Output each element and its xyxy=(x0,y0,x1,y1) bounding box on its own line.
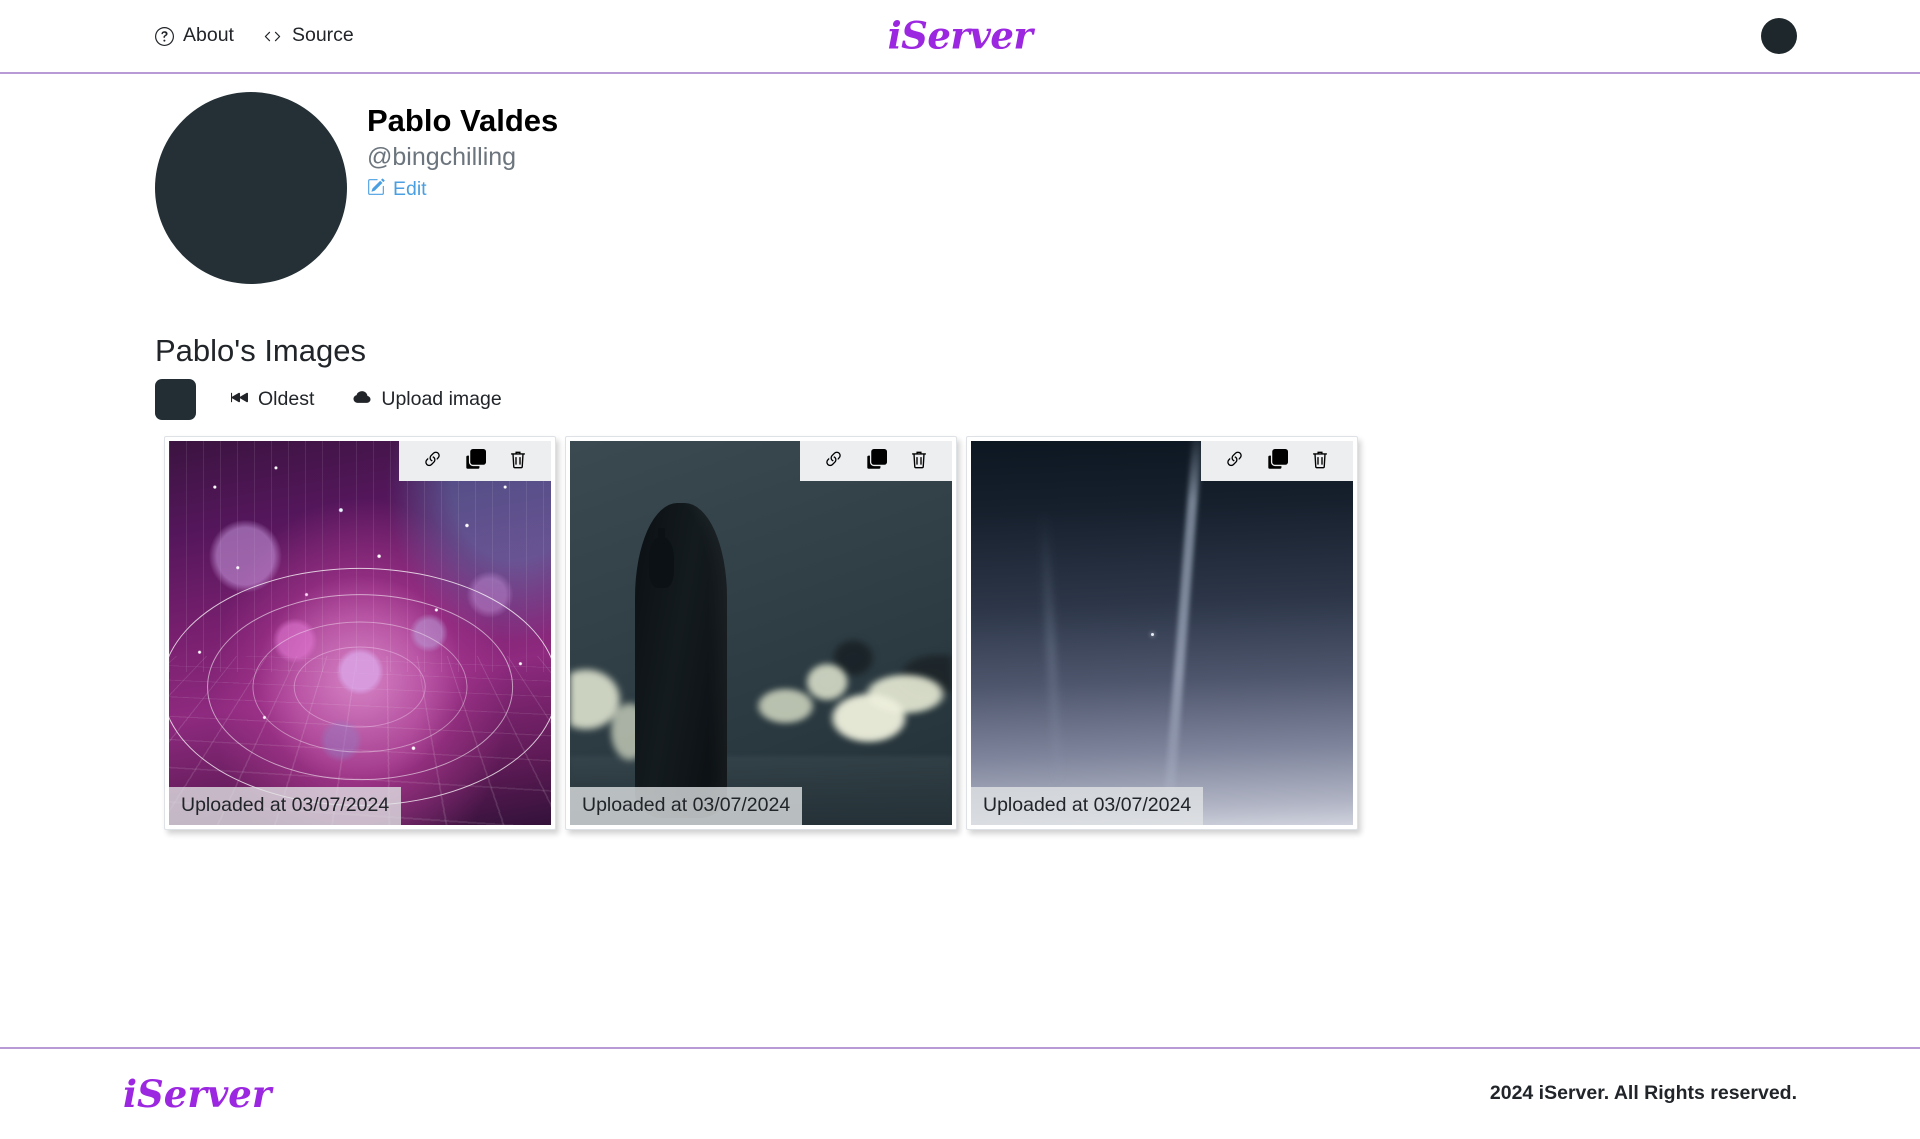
duplicate-image-button[interactable] xyxy=(454,449,497,473)
question-circle-icon xyxy=(155,26,174,46)
image-card-media: Uploaded at 03/07/2024 xyxy=(971,441,1353,826)
sort-oldest-button[interactable]: Oldest xyxy=(230,389,314,411)
sort-oldest-label: Oldest xyxy=(258,387,315,410)
nav-link-source-label: Source xyxy=(291,24,354,47)
image-card-actions xyxy=(399,441,551,482)
link-icon xyxy=(823,449,844,473)
navbar-links: About Source xyxy=(155,26,354,46)
nav-link-about[interactable]: About xyxy=(155,26,234,46)
image-card-media: Uploaded at 03/07/2024 xyxy=(169,441,551,826)
main-content: Pablo Valdes @bingchilling Edit Pablo's … xyxy=(0,74,1920,1047)
profile-handle: @bingchilling xyxy=(367,142,517,171)
delete-image-button[interactable] xyxy=(898,449,940,473)
top-navbar: About Source iServer xyxy=(0,0,1920,74)
duplicate-image-button[interactable] xyxy=(1256,449,1299,473)
copy-link-button[interactable] xyxy=(1213,449,1256,473)
copy-link-button[interactable] xyxy=(411,449,454,473)
duplicate-image-button[interactable] xyxy=(855,449,898,473)
trash-icon xyxy=(508,449,528,473)
copy-icon xyxy=(866,449,887,473)
nav-link-about-label: About xyxy=(183,24,234,47)
image-card[interactable]: Uploaded at 03/07/2024 xyxy=(164,436,556,831)
upload-image-label: Upload image xyxy=(381,387,502,410)
image-card[interactable]: Uploaded at 03/07/2024 xyxy=(565,436,957,831)
image-card-caption: Uploaded at 03/07/2024 xyxy=(570,786,803,826)
code-icon xyxy=(262,27,283,46)
pencil-square-icon xyxy=(367,178,385,201)
page-root: About Source iServer Pablo Valdes @bingc… xyxy=(0,0,1920,1139)
trash-icon xyxy=(909,449,929,473)
edit-profile-label: Edit xyxy=(393,177,427,200)
delete-image-button[interactable] xyxy=(1299,449,1341,473)
edit-profile-link[interactable]: Edit xyxy=(367,178,427,201)
image-gradient-sky xyxy=(971,441,1353,826)
copy-icon xyxy=(1267,449,1288,473)
image-card-actions xyxy=(1201,441,1353,482)
image-card-actions xyxy=(800,441,952,482)
upload-image-button[interactable]: Upload image xyxy=(352,387,502,411)
copy-link-button[interactable] xyxy=(812,449,855,473)
gallery-toolbar: Oldest Upload image xyxy=(155,379,1920,421)
gallery-title: Pablo's Images xyxy=(155,333,366,368)
trash-icon xyxy=(1310,449,1330,473)
image-card[interactable]: Uploaded at 03/07/2024 xyxy=(966,436,1358,831)
navbar-avatar[interactable] xyxy=(1761,18,1797,54)
profile-name: Pablo Valdes xyxy=(367,103,559,138)
image-gallery: Uploaded at 03/07/2024 Uploaded at 03/07… xyxy=(164,436,1920,831)
copy-icon xyxy=(465,449,486,473)
nav-link-source[interactable]: Source xyxy=(262,26,354,46)
image-abstract-purple xyxy=(169,441,551,826)
skip-backward-icon xyxy=(230,389,249,411)
link-icon xyxy=(1224,449,1245,473)
delete-image-button[interactable] xyxy=(497,449,539,473)
profile-avatar[interactable] xyxy=(155,92,347,284)
profile-details: Pablo Valdes @bingchilling Edit xyxy=(367,92,558,201)
footer-logo[interactable]: iServer xyxy=(123,1075,271,1113)
cloud-upload-icon xyxy=(352,389,372,411)
page-footer: iServer 2024 iServer. All Rights reserve… xyxy=(0,1047,1920,1139)
app-logo[interactable]: iServer xyxy=(888,17,1033,55)
image-chess-king xyxy=(570,441,952,826)
footer-copyright: 2024 iServer. All Rights reserved. xyxy=(1489,1082,1797,1105)
image-card-caption: Uploaded at 03/07/2024 xyxy=(169,786,402,826)
profile-section: Pablo Valdes @bingchilling Edit xyxy=(155,74,1920,284)
image-card-media: Uploaded at 03/07/2024 xyxy=(570,441,952,826)
link-icon xyxy=(422,449,443,473)
image-card-caption: Uploaded at 03/07/2024 xyxy=(971,786,1204,826)
toolbar-thumbnail[interactable] xyxy=(155,379,196,421)
